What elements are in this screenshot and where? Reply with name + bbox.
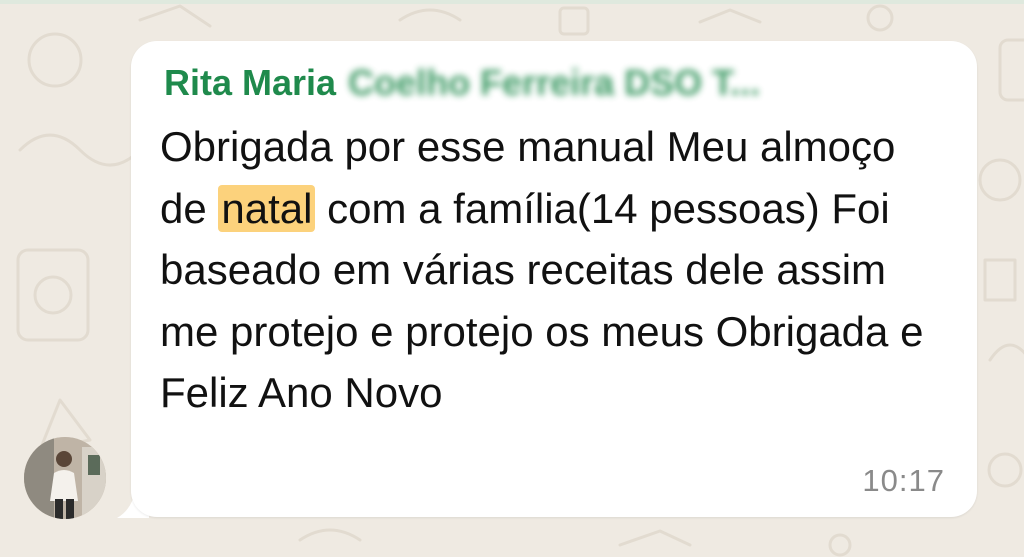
search-highlight: natal — [218, 184, 316, 232]
message-timestamp: 10:17 — [862, 463, 945, 498]
avatar[interactable] — [24, 437, 106, 519]
top-edge — [0, 0, 1024, 4]
sender-name[interactable]: Rita Maria — [164, 62, 336, 103]
sender-row: Rita Maria Coelho Ferreira DSO T... — [164, 59, 760, 107]
message-text: Obrigada por esse manual Meu almoço de n… — [160, 116, 950, 424]
sender-obscured-name: Coelho Ferreira DSO T... — [348, 62, 761, 103]
message-bubble[interactable]: Rita Maria Coelho Ferreira DSO T... Obrig… — [131, 41, 977, 517]
profile-photo-icon — [24, 437, 106, 519]
